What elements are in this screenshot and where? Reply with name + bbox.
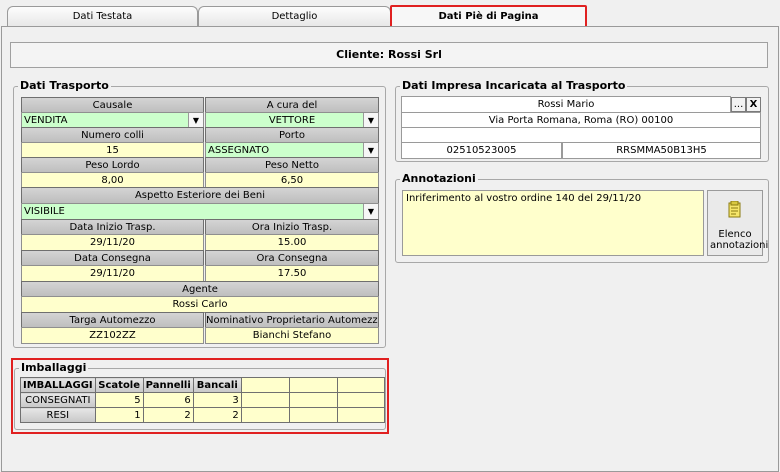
- chevron-down-icon[interactable]: ▼: [363, 204, 378, 219]
- annotations-group-title: Annotazioni: [400, 172, 478, 186]
- causale-value: VENDITA: [24, 115, 68, 126]
- packaging-cell[interactable]: 2: [192, 407, 242, 423]
- packaging-cell[interactable]: [288, 392, 338, 408]
- tab-dettaglio[interactable]: Dettaglio: [198, 6, 391, 27]
- ora-consegna-field[interactable]: 17.50: [205, 265, 379, 282]
- packaging-cell[interactable]: 5: [94, 392, 144, 408]
- packaging-row-label: CONSEGNATI: [20, 392, 96, 408]
- annotations-list-button[interactable]: Elenco annotazioni: [707, 190, 769, 256]
- notes-icon: [728, 200, 742, 218]
- packaging-row-label: RESI: [20, 407, 96, 423]
- carrier-cf-field[interactable]: RRSMMA50B13H5: [562, 142, 761, 159]
- agente-field[interactable]: Rossi Carlo: [21, 296, 379, 313]
- aspetto-label: Aspetto Esteriore dei Beni: [21, 187, 379, 204]
- packaging-header-cell: [336, 377, 385, 393]
- ora-inizio-field[interactable]: 15.00: [205, 234, 379, 251]
- packaging-header-cell: IMBALLAGGI: [20, 377, 96, 393]
- packaging-group-title: Imballaggi: [19, 361, 89, 375]
- packaging-header-row: IMBALLAGGI Scatole Pannelli Bancali: [20, 377, 385, 393]
- packaging-header-cell: [288, 377, 338, 393]
- packaging-header-cell: Scatole: [94, 377, 144, 393]
- a-cura-value: VETTORE: [268, 115, 316, 126]
- packaging-cell[interactable]: [288, 407, 338, 423]
- packaging-header-cell: [240, 377, 290, 393]
- packaging-cell[interactable]: 1: [94, 407, 144, 423]
- transport-group-title: Dati Trasporto: [18, 79, 111, 93]
- client-header: Cliente: Rossi Srl: [10, 42, 768, 68]
- chevron-down-icon[interactable]: ▼: [188, 113, 203, 128]
- table-row: RESI 1 2 2: [20, 407, 385, 423]
- carrier-piva-field[interactable]: 02510523005: [401, 142, 562, 159]
- packaging-header-cell: Pannelli: [142, 377, 194, 393]
- clear-button[interactable]: X: [746, 97, 761, 112]
- proprietario-field[interactable]: Bianchi Stefano: [205, 327, 379, 344]
- packaging-cell[interactable]: 2: [142, 407, 194, 423]
- tab-dati-testata[interactable]: Dati Testata: [7, 6, 198, 27]
- targa-field[interactable]: ZZ102ZZ: [21, 327, 204, 344]
- aspetto-select[interactable]: VISIBILE ▼: [21, 203, 379, 220]
- annotations-list-label: Elenco annotazioni: [710, 229, 769, 251]
- carrier-group-title: Dati Impresa Incaricata al Trasporto: [400, 79, 628, 93]
- annotations-text[interactable]: Inriferimento al vostro ordine 140 del 2…: [402, 190, 704, 256]
- data-inizio-field[interactable]: 29/11/20: [21, 234, 204, 251]
- tab-bar: Dati Testata Dettaglio Dati Piè di Pagin…: [0, 0, 780, 31]
- data-consegna-field[interactable]: 29/11/20: [21, 265, 204, 282]
- packaging-cell[interactable]: [336, 392, 385, 408]
- packaging-cell[interactable]: [240, 392, 290, 408]
- chevron-down-icon[interactable]: ▼: [363, 113, 378, 128]
- table-row: CONSEGNATI 5 6 3: [20, 392, 385, 408]
- browse-button[interactable]: ...: [731, 97, 746, 112]
- packaging-cell[interactable]: [240, 407, 290, 423]
- porto-value: ASSEGNATO: [208, 145, 270, 156]
- aspetto-value: VISIBILE: [24, 206, 65, 217]
- chevron-down-icon[interactable]: ▼: [363, 143, 378, 158]
- carrier-name-field[interactable]: Rossi Mario: [401, 96, 731, 113]
- packaging-cell[interactable]: 3: [192, 392, 242, 408]
- packaging-cell[interactable]: 6: [142, 392, 194, 408]
- packaging-cell[interactable]: [336, 407, 385, 423]
- packaging-table: IMBALLAGGI Scatole Pannelli Bancali CONS…: [20, 377, 385, 423]
- packaging-header-cell: Bancali: [192, 377, 242, 393]
